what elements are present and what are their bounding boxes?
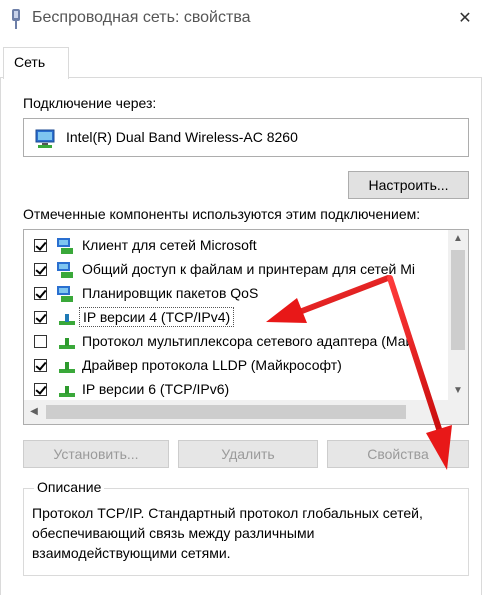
scroll-down-icon[interactable]: ▼ [448, 382, 468, 400]
properties-button[interactable]: Свойства [327, 440, 469, 468]
component-label: Протокол мультиплексора сетевого адаптер… [82, 333, 414, 349]
protocol-icon [59, 362, 75, 373]
list-item[interactable]: Протокол мультиплексора сетевого адаптер… [24, 330, 448, 354]
remove-button[interactable]: Удалить [178, 440, 318, 468]
horizontal-scroll-thumb[interactable] [46, 405, 406, 419]
component-checkbox[interactable] [34, 383, 47, 396]
horizontal-scrollbar[interactable]: ◀ [24, 400, 468, 424]
connect-using-label: Подключение через: [23, 95, 157, 111]
scroll-left-icon[interactable]: ◀ [24, 400, 44, 424]
list-item[interactable]: IP версии 4 (TCP/IPv4) [24, 306, 448, 330]
install-button[interactable]: Установить... [23, 440, 169, 468]
list-item[interactable]: Общий доступ к файлам и принтерам для се… [24, 258, 448, 282]
component-label: Планировщик пакетов QoS [82, 285, 259, 301]
network-client-icon [57, 262, 73, 278]
list-item[interactable]: Планировщик пакетов QoS [24, 282, 448, 306]
component-label: IP версии 6 (TCP/IPv6) [82, 381, 230, 397]
protocol-icon [59, 386, 75, 397]
description-legend: Описание [34, 479, 105, 495]
component-checkbox[interactable] [34, 335, 47, 348]
component-checkbox[interactable] [34, 359, 47, 372]
vertical-scrollbar[interactable]: ▲ ▼ [448, 230, 468, 400]
configure-button[interactable]: Настроить... [348, 171, 469, 199]
network-client-icon [57, 286, 73, 302]
list-item[interactable]: Клиент для сетей Microsoft [24, 234, 448, 258]
tab-content: Подключение через: Intel(R) Dual Band Wi… [0, 78, 482, 595]
adapter-box: Intel(R) Dual Band Wireless-AC 8260 [23, 118, 469, 157]
component-label: Драйвер протокола LLDP (Майкрософт) [82, 357, 342, 373]
component-checkbox[interactable] [34, 287, 47, 300]
components-list[interactable]: Клиент для сетей Microsoft Общий доступ … [23, 229, 469, 425]
components-label: Отмеченные компоненты используются этим … [23, 206, 421, 222]
vertical-scroll-thumb[interactable] [451, 250, 465, 350]
description-group: Описание Протокол TCP/IP. Стандартный пр… [23, 479, 469, 576]
title-bar: Беспроводная сеть: свойства ✕ [0, 0, 482, 40]
window-title: Беспроводная сеть: свойства [32, 9, 251, 26]
component-checkbox[interactable] [34, 311, 47, 324]
component-checkbox[interactable] [34, 239, 47, 252]
list-item[interactable]: IP версии 6 (TCP/IPv6) [24, 378, 448, 402]
tab-strip: Сеть [0, 44, 482, 79]
network-client-icon [57, 238, 73, 254]
component-label: Общий доступ к файлам и принтерам для се… [82, 261, 415, 277]
scroll-up-icon[interactable]: ▲ [448, 230, 468, 248]
protocol-icon [59, 338, 75, 349]
network-adapter-icon [35, 129, 55, 148]
component-label: Клиент для сетей Microsoft [82, 237, 257, 253]
adapter-name: Intel(R) Dual Band Wireless-AC 8260 [66, 129, 298, 145]
tab-network[interactable]: Сеть [3, 47, 69, 79]
component-checkbox[interactable] [34, 263, 47, 276]
close-button[interactable]: ✕ [454, 8, 476, 30]
protocol-icon [59, 314, 75, 325]
list-item[interactable]: Драйвер протокола LLDP (Майкрософт) [24, 354, 448, 378]
network-properties-icon [12, 9, 20, 29]
description-text: Протокол TCP/IP. Стандартный протокол гл… [32, 505, 423, 561]
component-label: IP версии 4 (TCP/IPv4) [79, 307, 235, 327]
